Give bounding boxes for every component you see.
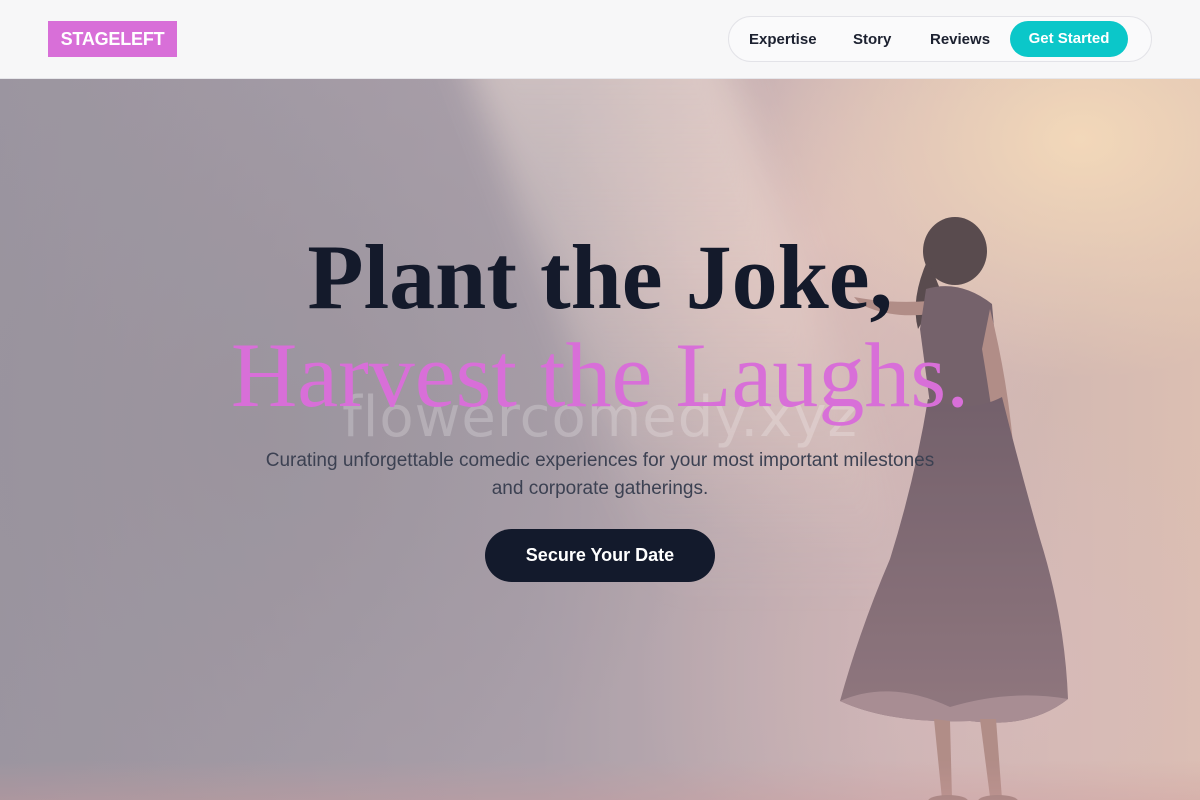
site-header: STAGELEFT Expertise Story Reviews Get St… — [0, 0, 1200, 79]
hero-section: flowercomedy.xyz Plant the Joke, Harvest… — [0, 79, 1200, 800]
brand-logo[interactable]: STAGELEFT — [48, 21, 177, 57]
nav-link-reviews[interactable]: Reviews — [930, 31, 990, 48]
secure-your-date-button[interactable]: Secure Your Date — [485, 529, 715, 582]
hero-headline-line1: Plant the Joke, — [307, 226, 893, 328]
get-started-button[interactable]: Get Started — [1010, 21, 1128, 57]
hero-subtitle: Curating unforgettable comedic experienc… — [265, 450, 935, 499]
nav-link-expertise[interactable]: Expertise — [749, 31, 817, 48]
main-nav: Expertise Story Reviews Get Started — [728, 16, 1152, 62]
nav-link-story[interactable]: Story — [853, 31, 891, 48]
hero-headline-line2: Harvest the Laughs. — [230, 324, 970, 426]
